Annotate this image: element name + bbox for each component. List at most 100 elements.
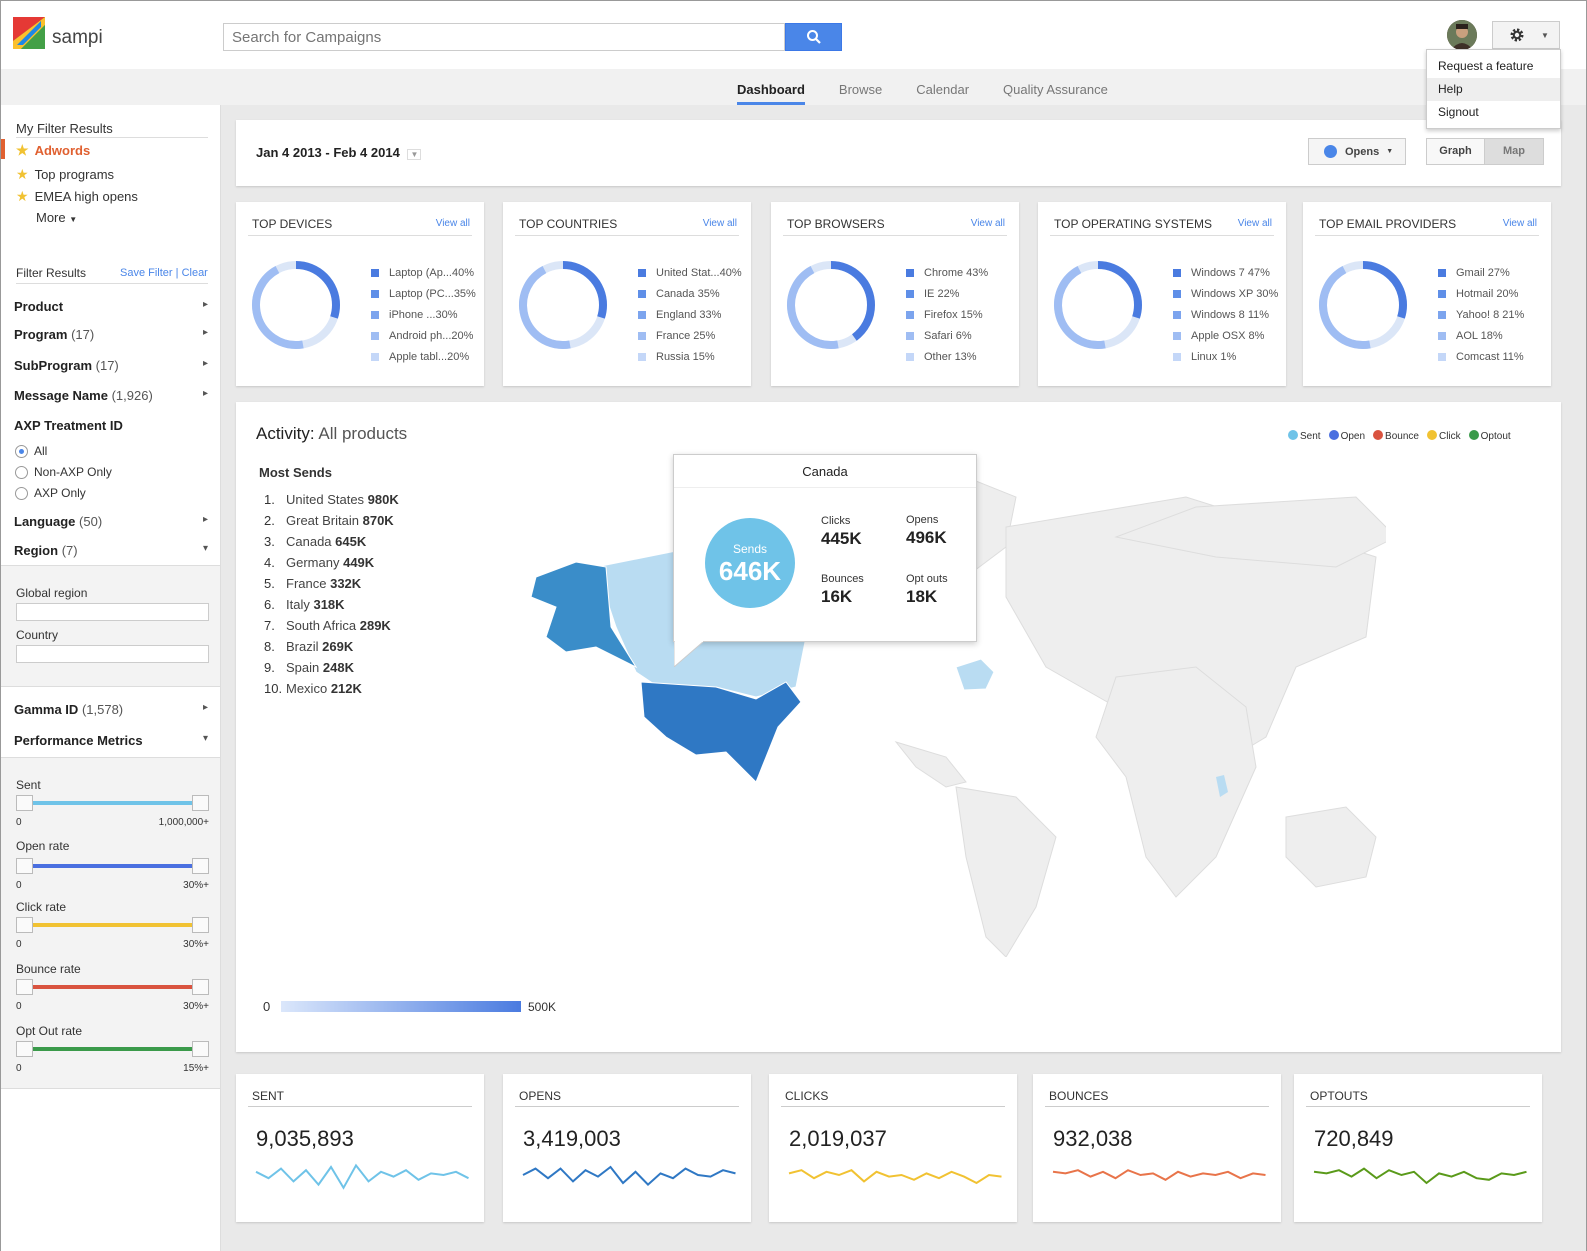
most-sends-item[interactable]: 6. Italy 318K — [264, 597, 399, 618]
slider-max-value: 30%+ — [183, 880, 209, 891]
view-all-link[interactable]: View all — [703, 218, 737, 229]
facet-gamma-id[interactable]: Gamma ID (1,578) ▸ — [14, 702, 208, 717]
legend-item: Laptop (Ap...40% — [371, 262, 476, 283]
facet-product[interactable]: Product ▸ — [14, 299, 208, 314]
donut-chart[interactable] — [1050, 257, 1146, 353]
slider-sent[interactable] — [16, 795, 209, 811]
saved-filter-top-programs[interactable]: ★ Top programs — [16, 166, 114, 183]
map-australia[interactable] — [1285, 806, 1377, 888]
activity-product-filter[interactable]: All products — [318, 424, 407, 443]
view-all-link[interactable]: View all — [1238, 218, 1272, 229]
legend-label: Linux 1% — [1191, 350, 1237, 363]
map-view-button[interactable]: Map — [1485, 139, 1543, 164]
most-sends-item[interactable]: 8. Brazil 269K — [264, 639, 399, 660]
legend-item: Russia 15% — [638, 346, 742, 367]
most-sends-item[interactable]: 4. Germany 449K — [264, 555, 399, 576]
search-input[interactable] — [223, 23, 785, 51]
sampi-logo-icon[interactable] — [11, 15, 47, 51]
tab-quality-assurance[interactable]: Quality Assurance — [1003, 82, 1108, 105]
metric-dropdown[interactable]: Opens ▼ — [1308, 138, 1406, 165]
saved-filter-emea-high-opens[interactable]: ★ EMEA high opens — [16, 188, 138, 205]
date-range-label: Jan 4 2013 - Feb 4 2014 — [256, 145, 400, 160]
slider-max-handle[interactable] — [192, 795, 209, 811]
slider-click-rate[interactable] — [16, 917, 209, 933]
facet-performance-metrics[interactable]: Performance Metrics ▾ — [14, 733, 208, 748]
menu-item-request-feature[interactable]: Request a feature — [1427, 55, 1560, 78]
clicks-label: Clicks — [821, 515, 851, 527]
slider-open-rate[interactable] — [16, 858, 209, 874]
avatar-image-icon — [1447, 20, 1477, 50]
legend-label: Laptop (Ap...40% — [389, 266, 475, 279]
global-region-input[interactable] — [16, 603, 209, 621]
radio-axp-all[interactable]: All — [15, 444, 47, 458]
graph-view-button[interactable]: Graph — [1427, 139, 1485, 164]
country-input[interactable] — [16, 645, 209, 663]
saved-filter-label: Adwords — [34, 143, 91, 158]
app-name: sampi — [52, 27, 103, 48]
most-sends-item[interactable]: 2. Great Britain 870K — [264, 513, 399, 534]
saved-filter-adwords[interactable]: ★ Adwords — [16, 142, 90, 159]
slider-max-handle[interactable] — [192, 858, 209, 874]
legend-optout[interactable]: Optout — [1468, 430, 1511, 442]
settings-button[interactable]: ▼ — [1492, 21, 1560, 49]
user-avatar[interactable] — [1447, 20, 1477, 50]
menu-item-help[interactable]: Help — [1427, 78, 1560, 101]
legend-item: France 25% — [638, 325, 742, 346]
more-filters-link[interactable]: More ▼ — [36, 210, 77, 225]
search-button[interactable] — [785, 23, 842, 51]
view-all-link[interactable]: View all — [971, 218, 1005, 229]
date-range-selector[interactable]: Jan 4 2013 - Feb 4 2014 ▼ — [256, 145, 422, 160]
facet-region[interactable]: Region (7) ▾ — [14, 543, 208, 558]
legend-label: Android ph...20% — [389, 329, 474, 342]
tab-browse[interactable]: Browse — [839, 82, 882, 105]
save-filter-link[interactable]: Save Filter — [120, 267, 173, 279]
chevron-right-icon: ▸ — [202, 514, 208, 525]
most-sends-item[interactable]: 10. Mexico 212K — [264, 681, 399, 702]
legend-click[interactable]: Click — [1426, 430, 1461, 442]
slider-min-handle[interactable] — [16, 917, 33, 933]
nav-tabs: Dashboard Browse Calendar Quality Assura… — [737, 82, 1142, 105]
menu-item-signout[interactable]: Signout — [1427, 101, 1560, 124]
tab-dashboard[interactable]: Dashboard — [737, 82, 805, 105]
slider-min-handle[interactable] — [16, 858, 33, 874]
clear-filter-link[interactable]: Clear — [182, 267, 208, 279]
most-sends-item[interactable]: 3. Canada 645K — [264, 534, 399, 555]
slider-min-handle[interactable] — [16, 795, 33, 811]
facet-language[interactable]: Language (50) ▸ — [14, 514, 208, 529]
map-south-america[interactable] — [955, 786, 1057, 957]
most-sends-item[interactable]: 7. South Africa 289K — [264, 618, 399, 639]
donut-chart[interactable] — [248, 257, 344, 353]
map-central-america[interactable] — [894, 741, 967, 788]
slider-max-handle[interactable] — [192, 917, 209, 933]
legend-swatch — [1173, 310, 1181, 319]
slider-min-handle[interactable] — [16, 979, 33, 995]
radio-axp-only[interactable]: AXP Only — [15, 486, 86, 500]
map-germany[interactable] — [955, 658, 995, 691]
facet-program[interactable]: Program (17) ▸ — [14, 327, 208, 342]
most-sends-item[interactable]: 9. Spain 248K — [264, 660, 399, 681]
sparkline-path — [788, 1169, 1002, 1185]
activity-title: Activity: All products — [256, 424, 407, 444]
slider-bounce-rate[interactable] — [16, 979, 209, 995]
facet-name: AXP Treatment ID — [14, 418, 123, 433]
donut-chart[interactable] — [515, 257, 611, 353]
map-united-states[interactable] — [640, 681, 802, 783]
facet-message-name[interactable]: Message Name (1,926) ▸ — [14, 388, 208, 403]
slider-max-handle[interactable] — [192, 1041, 209, 1057]
donut-chart[interactable] — [1315, 257, 1411, 353]
tab-calendar[interactable]: Calendar — [916, 82, 969, 105]
facet-subprogram[interactable]: SubProgram (17) ▸ — [14, 358, 208, 373]
slider-min-handle[interactable] — [16, 1041, 33, 1057]
most-sends-item[interactable]: 1. United States 980K — [264, 492, 399, 513]
donut-segment — [1319, 261, 1407, 349]
most-sends-title: Most Sends — [259, 465, 332, 480]
most-sends-item[interactable]: 5. France 332K — [264, 576, 399, 597]
view-all-link[interactable]: View all — [436, 218, 470, 229]
radio-non-axp-only[interactable]: Non-AXP Only — [15, 465, 112, 479]
map-africa[interactable] — [1095, 666, 1257, 898]
radio-selected-icon — [15, 444, 28, 458]
donut-chart[interactable] — [783, 257, 879, 353]
slider-max-handle[interactable] — [192, 979, 209, 995]
slider-opt-out-rate[interactable] — [16, 1041, 209, 1057]
view-all-link[interactable]: View all — [1503, 218, 1537, 229]
